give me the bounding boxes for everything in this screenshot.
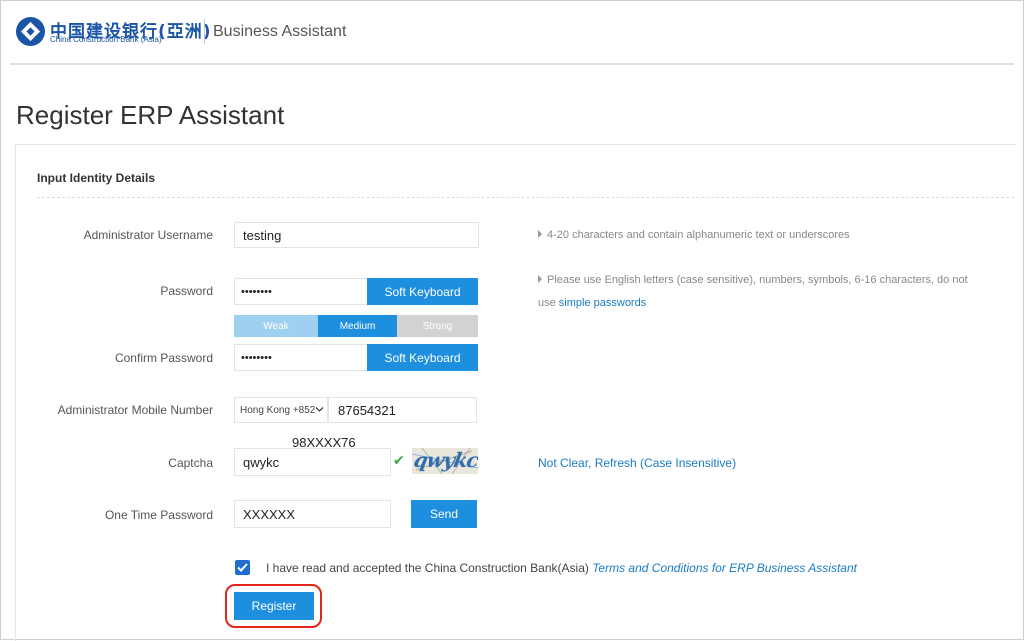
app-name: Business Assistant (213, 23, 347, 40)
bank-logo-icon (15, 16, 46, 47)
section-divider (37, 197, 1014, 198)
terms-text: I have read and accepted the China Const… (266, 561, 857, 575)
page-title: Register ERP Assistant (16, 100, 285, 130)
confirm-password-input[interactable]: •••••••• (234, 344, 368, 371)
username-input[interactable]: testing (234, 222, 479, 248)
password-label: Password (160, 284, 213, 298)
captcha-image-text: qwykc (412, 448, 478, 472)
username-hint: 4-20 characters and contain alphanumeric… (538, 229, 850, 241)
otp-input[interactable]: XXXXXX (234, 500, 391, 528)
password-input[interactable]: •••••••• (234, 278, 368, 305)
captcha-image[interactable]: qwykc (412, 448, 478, 474)
otp-label: One Time Password (104, 508, 213, 522)
header-divider (204, 19, 205, 44)
password-hint-text: Please use English letters (case sensiti… (547, 274, 968, 286)
captcha-refresh-link[interactable]: Not Clear, Refresh (Case Insensitive) (538, 456, 736, 470)
strength-medium: Medium (318, 315, 397, 337)
send-otp-button[interactable]: Send (411, 500, 477, 528)
strength-strong: Strong (397, 315, 478, 337)
password-hint-line1: Please use English letters (case sensiti… (538, 274, 968, 286)
chevron-down-icon (315, 407, 324, 412)
checkmark-icon (237, 563, 248, 572)
confirm-password-label: Confirm Password (114, 351, 213, 365)
section-title: Input Identity Details (37, 171, 156, 185)
strength-weak: Weak (234, 315, 318, 337)
header-rule (10, 63, 1014, 65)
captcha-label: Captcha (168, 456, 213, 470)
terms-link[interactable]: Terms and Conditions for ERP Business As… (592, 561, 857, 575)
username-label: Administrator Username (83, 228, 213, 242)
mobile-number-input[interactable]: 87654321 (328, 397, 477, 423)
simple-passwords-link[interactable]: simple passwords (559, 297, 646, 309)
register-button[interactable]: Register (234, 592, 314, 620)
logo-english-name: China Construction Bank (Asia) (50, 35, 162, 44)
hint-arrow-icon (538, 230, 542, 238)
username-hint-text: 4-20 characters and contain alphanumeric… (547, 229, 850, 241)
terms-checkbox[interactable] (235, 560, 250, 575)
captcha-valid-check-icon: ✔ (393, 452, 405, 468)
captcha-input[interactable]: qwykc (234, 448, 391, 476)
password-hint-line2: use simple passwords (538, 297, 646, 309)
country-code-select[interactable]: Hong Kong +852 (234, 397, 328, 423)
mobile-label: Administrator Mobile Number (57, 403, 213, 417)
password-hint-prefix: use (538, 297, 559, 309)
country-code-value: Hong Kong +852 (240, 404, 316, 416)
terms-statement: I have read and accepted the China Const… (266, 561, 593, 575)
confirm-soft-keyboard-button[interactable]: Soft Keyboard (367, 344, 478, 371)
hint-arrow-icon (538, 275, 542, 283)
password-soft-keyboard-button[interactable]: Soft Keyboard (367, 278, 478, 305)
